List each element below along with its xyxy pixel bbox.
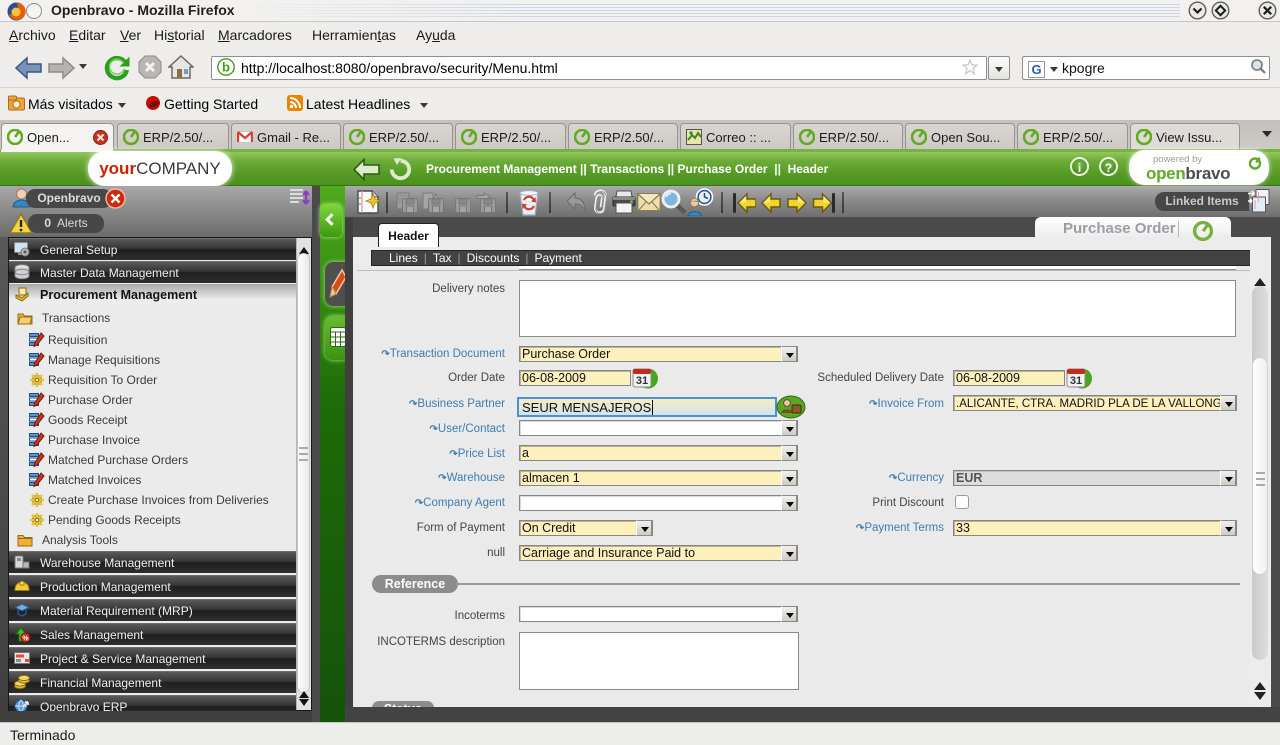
svg-text:31: 31 xyxy=(636,375,648,387)
svg-text:b: b xyxy=(222,60,230,75)
svg-text:31: 31 xyxy=(1070,375,1082,387)
svg-text:%: % xyxy=(22,636,29,643)
